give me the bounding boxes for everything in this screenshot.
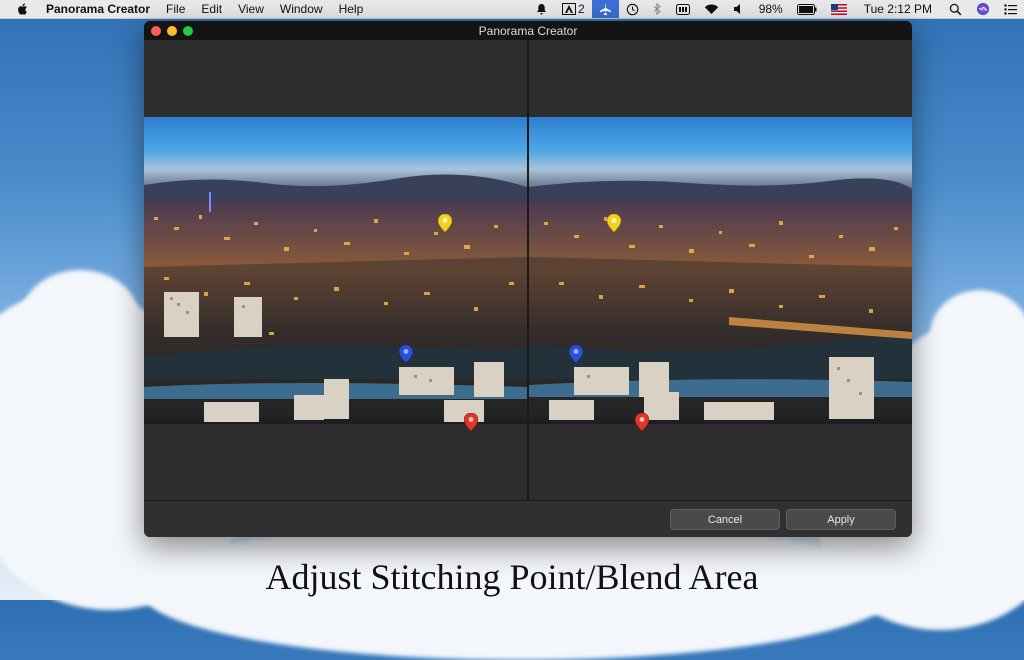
menu-bar: Panorama Creator File Edit View Window H… [0,0,1024,19]
stitch-panes [144,40,912,500]
dialog-footer: Cancel Apply [144,500,912,537]
left-panorama-image[interactable] [144,117,527,424]
adobe-badge: 2 [578,2,585,16]
battery-icon[interactable] [790,0,824,18]
list-icon[interactable] [997,0,1024,18]
caption-text: Adjust Stitching Point/Blend Area [265,557,759,597]
panorama-window: Panorama Creator Cancel Apply [144,21,912,537]
right-pin-blue[interactable] [568,344,584,364]
flag-icon[interactable] [824,0,854,18]
left-pin-blue[interactable] [398,344,414,364]
app-menu-name[interactable]: Panorama Creator [42,0,158,18]
apply-button[interactable]: Apply [786,509,896,530]
battery-status-icon[interactable] [669,0,697,18]
bell-icon[interactable] [528,0,555,18]
menu-view[interactable]: View [230,0,272,18]
volume-icon[interactable] [726,0,752,18]
menu-edit[interactable]: Edit [193,0,230,18]
left-image-pane[interactable] [144,40,527,500]
right-image-pane[interactable] [529,40,912,500]
right-pin-red[interactable] [634,412,650,432]
search-icon[interactable] [942,0,969,18]
battery-percent[interactable]: 98% [752,0,790,18]
window-title: Panorama Creator [478,24,578,38]
airplane-icon[interactable] [591,0,619,18]
adobe-icon[interactable]: 2 [555,0,592,18]
clock[interactable]: Tue 2:12 PM [854,0,942,18]
wifi-icon[interactable] [697,0,726,18]
bluetooth-icon[interactable] [646,0,669,18]
title-bar[interactable]: Panorama Creator [144,21,912,40]
right-pin-yellow[interactable] [606,213,622,233]
apple-icon[interactable] [16,2,30,16]
time-machine-icon[interactable] [619,0,646,18]
right-panorama-image[interactable] [529,117,912,424]
left-pin-yellow[interactable] [437,213,453,233]
menu-window[interactable]: Window [272,0,331,18]
cancel-button[interactable]: Cancel [670,509,780,530]
menu-file[interactable]: File [158,0,193,18]
siri-icon[interactable] [969,0,997,18]
menu-help[interactable]: Help [331,0,372,18]
left-pin-red[interactable] [463,412,479,432]
